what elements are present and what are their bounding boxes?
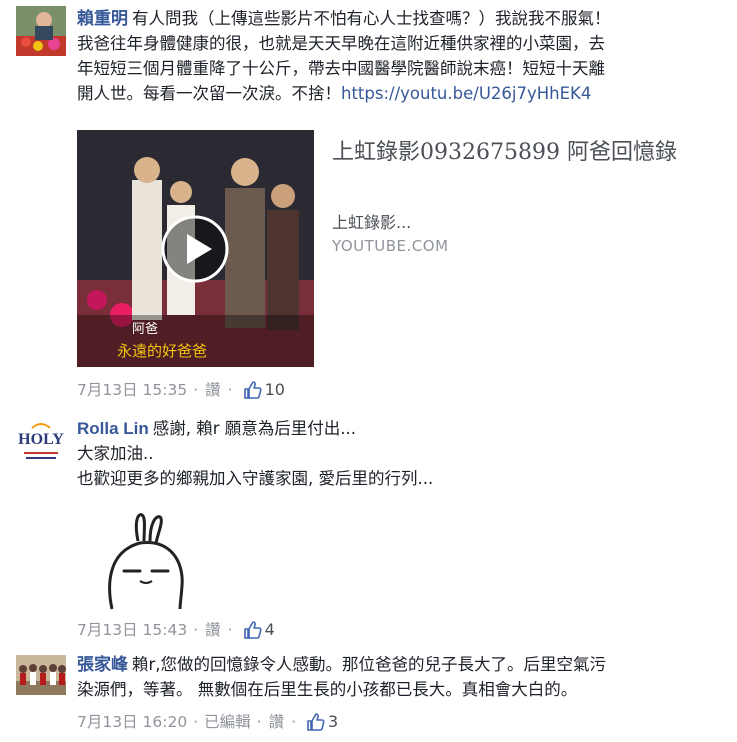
comment-text-line: 大家加油.. bbox=[77, 444, 154, 463]
comment-text-line: 年短短三個月體重降了十公斤，帶去中國醫學院醫師說末癌！短短十天離 bbox=[77, 59, 605, 78]
thumbs-up-icon[interactable] bbox=[306, 712, 326, 732]
like-button[interactable]: 讚 bbox=[205, 618, 221, 642]
thumbs-up-icon[interactable] bbox=[243, 620, 263, 640]
comment-text-line: 我爸往年身體健康的很，也就是天天早晚在這附近種供家裡的小菜園，去 bbox=[77, 34, 605, 53]
thumbnail-caption-1: 阿爸 bbox=[132, 321, 158, 336]
edited-label[interactable]: 已編輯 bbox=[204, 710, 251, 734]
card-domain: YOUTUBE.COM bbox=[332, 237, 449, 255]
timestamp[interactable]: 7月13日 15:35 bbox=[77, 378, 187, 402]
comment-text: 賴重明 有人問我（上傳這些影片不怕有心人士找查嗎？）我說我不服氣！ 我爸往年身體健… bbox=[77, 6, 697, 106]
timestamp[interactable]: 7月13日 15:43 bbox=[77, 618, 187, 642]
comment-text-line: 有人問我（上傳這些影片不怕有心人士找查嗎？）我說我不服氣！ bbox=[132, 9, 611, 28]
link-preview-card[interactable]: 阿爸 永遠的好爸爸 上虹錄影0932675899 阿爸回憶錄 上虹錄影... Y… bbox=[77, 130, 697, 367]
separator: · bbox=[256, 713, 262, 731]
thumbs-up-icon[interactable] bbox=[243, 380, 263, 400]
comment-text-line: 賴r,您做的回憶錄令人感動。那位爸爸的兒子長大了。后里空氣污 bbox=[132, 655, 607, 674]
comment-meta: 7月13日 16:20 · 已編輯 · 讚 · 3 bbox=[77, 710, 338, 734]
card-description: 上虹錄影... bbox=[332, 213, 412, 232]
separator: · bbox=[193, 713, 199, 731]
comment-author[interactable]: 賴重明 bbox=[77, 9, 128, 28]
comment-author[interactable]: 張家峰 bbox=[77, 655, 128, 674]
like-button[interactable]: 讚 bbox=[269, 710, 285, 734]
comment-meta: 7月13日 15:43 · 讚 · 4 bbox=[77, 618, 275, 642]
comment-text-line: 開人世。每看一次留一次淚。不捨！ bbox=[77, 84, 341, 103]
avatar-text: HOLY bbox=[18, 431, 64, 448]
separator: · bbox=[291, 713, 297, 731]
comment-text-line: 染源們，等著。 無數個在后里生長的小孩都已長大。真相會大白的。 bbox=[77, 680, 578, 699]
like-count[interactable]: 10 bbox=[265, 378, 285, 402]
separator: · bbox=[193, 621, 199, 639]
timestamp[interactable]: 7月13日 16:20 bbox=[77, 710, 187, 734]
comment-text-line: 也歡迎更多的鄉親加入守護家園, 愛后里的行列... bbox=[77, 469, 434, 488]
sticker[interactable] bbox=[100, 511, 190, 611]
comment-meta: 7月13日 15:35 · 讚 · 10 bbox=[77, 378, 285, 402]
comment-author[interactable]: Rolla Lin bbox=[77, 419, 149, 438]
like-count[interactable]: 3 bbox=[328, 710, 338, 734]
thumbnail-caption-2: 永遠的好爸爸 bbox=[117, 343, 207, 360]
like-button[interactable]: 讚 bbox=[205, 378, 221, 402]
card-title[interactable]: 上虹錄影0932675899 阿爸回憶錄 bbox=[332, 138, 692, 168]
separator: · bbox=[227, 381, 233, 399]
avatar[interactable] bbox=[16, 6, 66, 56]
separator: · bbox=[227, 621, 233, 639]
youtube-link[interactable]: https://youtu.be/U26j7yHhEK4 bbox=[341, 84, 591, 103]
like-count[interactable]: 4 bbox=[265, 618, 275, 642]
comment-text: Rolla Lin 感謝, 賴r 願意為后里付出... 大家加油.. 也歡迎更多的… bbox=[77, 416, 697, 491]
video-thumbnail[interactable]: 阿爸 永遠的好爸爸 bbox=[77, 130, 314, 367]
comment-text: 張家峰 賴r,您做的回憶錄令人感動。那位爸爸的兒子長大了。后里空氣污 染源們，等著… bbox=[77, 652, 697, 702]
separator: · bbox=[193, 381, 199, 399]
avatar[interactable]: HOLY bbox=[16, 418, 66, 468]
comment-text-line: 感謝, 賴r 願意為后里付出... bbox=[152, 419, 357, 438]
avatar[interactable] bbox=[16, 655, 66, 695]
play-icon[interactable] bbox=[160, 214, 230, 288]
